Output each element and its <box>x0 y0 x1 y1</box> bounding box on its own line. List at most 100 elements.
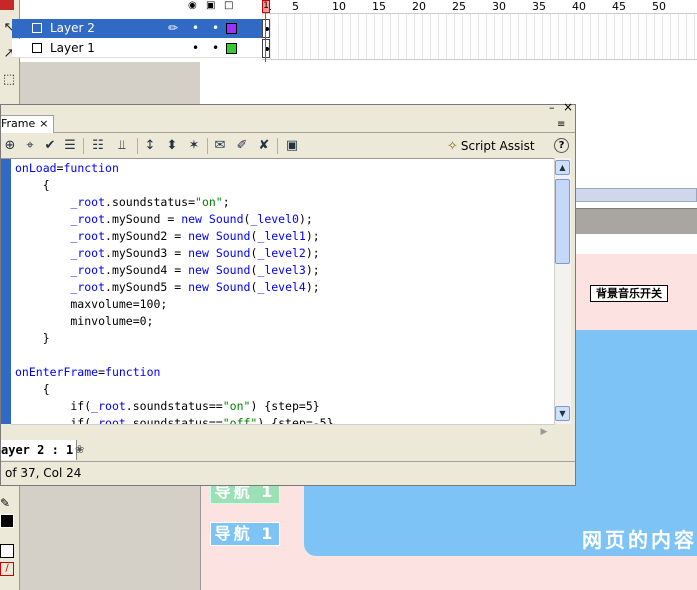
code-line[interactable]: onLoad=function <box>15 160 334 177</box>
frame-ruler[interactable]: 1 5 10 15 20 25 30 35 40 45 50 <box>262 0 697 14</box>
status-bar: of 37, Col 24 <box>1 461 575 485</box>
code-line[interactable]: _root.soundstatus="on"; <box>15 194 334 211</box>
auto-format-icon[interactable]: ☰ <box>61 137 79 155</box>
code-line[interactable]: if(_root.soundstatus=="on") {step=5} <box>15 398 334 415</box>
layer-row-layer-2[interactable]: Layer 2 ✏ • • <box>12 19 262 38</box>
collapse-icon[interactable]: ↕ <box>141 137 159 155</box>
fill-color-swatch[interactable] <box>0 544 14 558</box>
find-icon[interactable]: ⌖ <box>21 137 39 155</box>
code-line[interactable] <box>15 347 334 364</box>
line-comment-icon[interactable]: ✐ <box>233 137 251 155</box>
wand-icon: ✧ <box>447 139 458 154</box>
panel-titlebar[interactable] <box>1 105 575 115</box>
toolbar-divider <box>277 138 278 154</box>
code-hint-icon[interactable]: ☷ <box>89 137 107 155</box>
frame-number: 15 <box>372 0 386 13</box>
close-icon[interactable]: × <box>563 101 573 113</box>
code-line[interactable]: minvolume=0; <box>15 313 334 330</box>
keyframe-layer-1[interactable] <box>262 39 270 58</box>
frame-grid[interactable] <box>262 14 697 60</box>
debug-icon[interactable]: ⫫ <box>113 137 131 155</box>
actions-toolbar: ⊕ ⌖ ✔ ☰ ☷ ⫫ ↕ ⬍ ✶ ✉ ✐ ✘ ▣ ✧ Script Assist… <box>1 133 575 159</box>
nav-button-2[interactable]: 导航 1 <box>210 522 280 546</box>
frame-number: 45 <box>612 0 626 13</box>
code-line[interactable]: { <box>15 177 334 194</box>
layer-row-layer-1[interactable]: Layer 1 • • <box>12 39 262 58</box>
layer-name[interactable]: Layer 2 <box>50 19 95 38</box>
tab-label: Frame <box>1 117 36 130</box>
frame-number: 30 <box>492 0 506 13</box>
pencil-icon: ✏ <box>168 21 179 35</box>
expand-icon[interactable]: ✶ <box>185 137 203 155</box>
timeline-header-icons: ◉ ▣ □ <box>188 0 258 12</box>
actions-panel: – × Frame × ≡ ⊕ ⌖ ✔ ☰ ☷ ⫫ ↕ ⬍ ✶ ✉ ✐ ✘ ▣ ✧… <box>0 101 576 486</box>
keyframe-layer-2[interactable] <box>262 19 270 38</box>
code-line[interactable]: _root.mySound = new Sound(_level0); <box>15 211 334 228</box>
free-transform-tool-icon[interactable]: ⬚ <box>0 70 18 90</box>
frame-number: 5 <box>292 0 299 13</box>
panel-menu-icon[interactable]: ≡ <box>557 119 565 130</box>
pin-icon[interactable]: ❀ <box>75 443 84 456</box>
code-line[interactable]: _root.mySound5 = new Sound(_level4); <box>15 279 334 296</box>
help-icon[interactable]: ? <box>554 138 569 153</box>
tools-header-mark <box>0 0 14 10</box>
layer-icon <box>32 43 42 53</box>
scroll-thumb[interactable] <box>555 179 570 264</box>
add-icon[interactable]: ⊕ <box>1 137 19 155</box>
music-toggle-button[interactable]: 背景音乐开关 <box>590 285 668 302</box>
scroll-right-icon[interactable]: ▶ <box>537 426 551 439</box>
code-horizontal-scrollbar[interactable]: ▶ <box>11 424 555 439</box>
collapse-selection-icon[interactable]: ⬍ <box>163 137 181 155</box>
lock-dot[interactable]: • <box>212 39 219 58</box>
tab-close-icon[interactable]: × <box>39 117 48 130</box>
playhead[interactable]: 1 <box>262 0 270 13</box>
code-line[interactable]: maxvolume=100; <box>15 296 334 313</box>
script-assist-button[interactable]: ✧ Script Assist <box>447 137 535 155</box>
layer-name[interactable]: Layer 1 <box>50 39 95 58</box>
visibility-dot[interactable]: • <box>192 39 199 58</box>
layer-color-swatch[interactable] <box>226 23 237 34</box>
scroll-down-icon[interactable]: ▼ <box>555 406 570 421</box>
comment-icon[interactable]: ✉ <box>211 137 229 155</box>
frame-number: 40 <box>572 0 586 13</box>
code-line[interactable]: } <box>15 330 334 347</box>
frame-number: 50 <box>652 0 666 13</box>
check-syntax-icon[interactable]: ✔ <box>41 137 59 155</box>
code-editor[interactable]: onLoad=function { _root.soundstatus="on"… <box>1 158 557 424</box>
lock-icon[interactable]: ▣ <box>206 0 215 12</box>
script-assist-label: Script Assist <box>460 139 535 153</box>
code-line[interactable]: _root.mySound3 = new Sound(_level2); <box>15 245 334 262</box>
frame-number: 10 <box>332 0 346 13</box>
visibility-dot[interactable]: • <box>192 19 199 38</box>
lock-dot[interactable]: • <box>212 19 219 38</box>
outline-icon[interactable]: □ <box>224 0 233 12</box>
minimize-icon[interactable]: – <box>549 102 559 113</box>
stage-gray-bar <box>575 208 697 234</box>
panel-tab-row: Frame × ≡ <box>1 115 575 133</box>
code-line[interactable]: onEnterFrame=function <box>15 364 334 381</box>
toolbar-divider <box>207 138 208 154</box>
code-gutter <box>1 159 11 424</box>
eye-icon[interactable]: ◉ <box>188 0 197 12</box>
code-lines[interactable]: onLoad=function { _root.soundstatus="on"… <box>15 160 334 424</box>
frame-number: 35 <box>532 0 546 13</box>
code-line[interactable]: _root.mySound2 = new Sound(_level1); <box>15 228 334 245</box>
code-line[interactable]: if(_root.soundstatus=="off") {step=-5} <box>15 415 333 424</box>
code-vertical-scrollbar[interactable]: ▲ ▼ <box>554 158 571 424</box>
show-toolbox-icon[interactable]: ▣ <box>283 137 301 155</box>
layer-color-swatch[interactable] <box>226 43 237 54</box>
code-line[interactable]: { <box>15 381 334 398</box>
code-line[interactable]: _root.mySound4 = new Sound(_level3); <box>15 262 334 279</box>
stage-scrollbar-thumb[interactable] <box>575 188 697 202</box>
tab-frame[interactable]: Frame × <box>1 115 54 133</box>
paint-bucket-icon[interactable]: ✎ <box>0 496 14 510</box>
scroll-up-icon[interactable]: ▲ <box>555 160 570 175</box>
toolbar-divider <box>83 138 84 154</box>
no-color-icon[interactable]: ∕ <box>0 562 14 576</box>
script-tab[interactable]: ayer 2 : 1 <box>1 440 78 460</box>
toolbar-divider <box>137 138 138 154</box>
stroke-color-swatch[interactable] <box>0 514 14 528</box>
content-text: 网页的内容 <box>582 528 697 552</box>
frame-number: 20 <box>412 0 426 13</box>
remove-comment-icon[interactable]: ✘ <box>255 137 273 155</box>
